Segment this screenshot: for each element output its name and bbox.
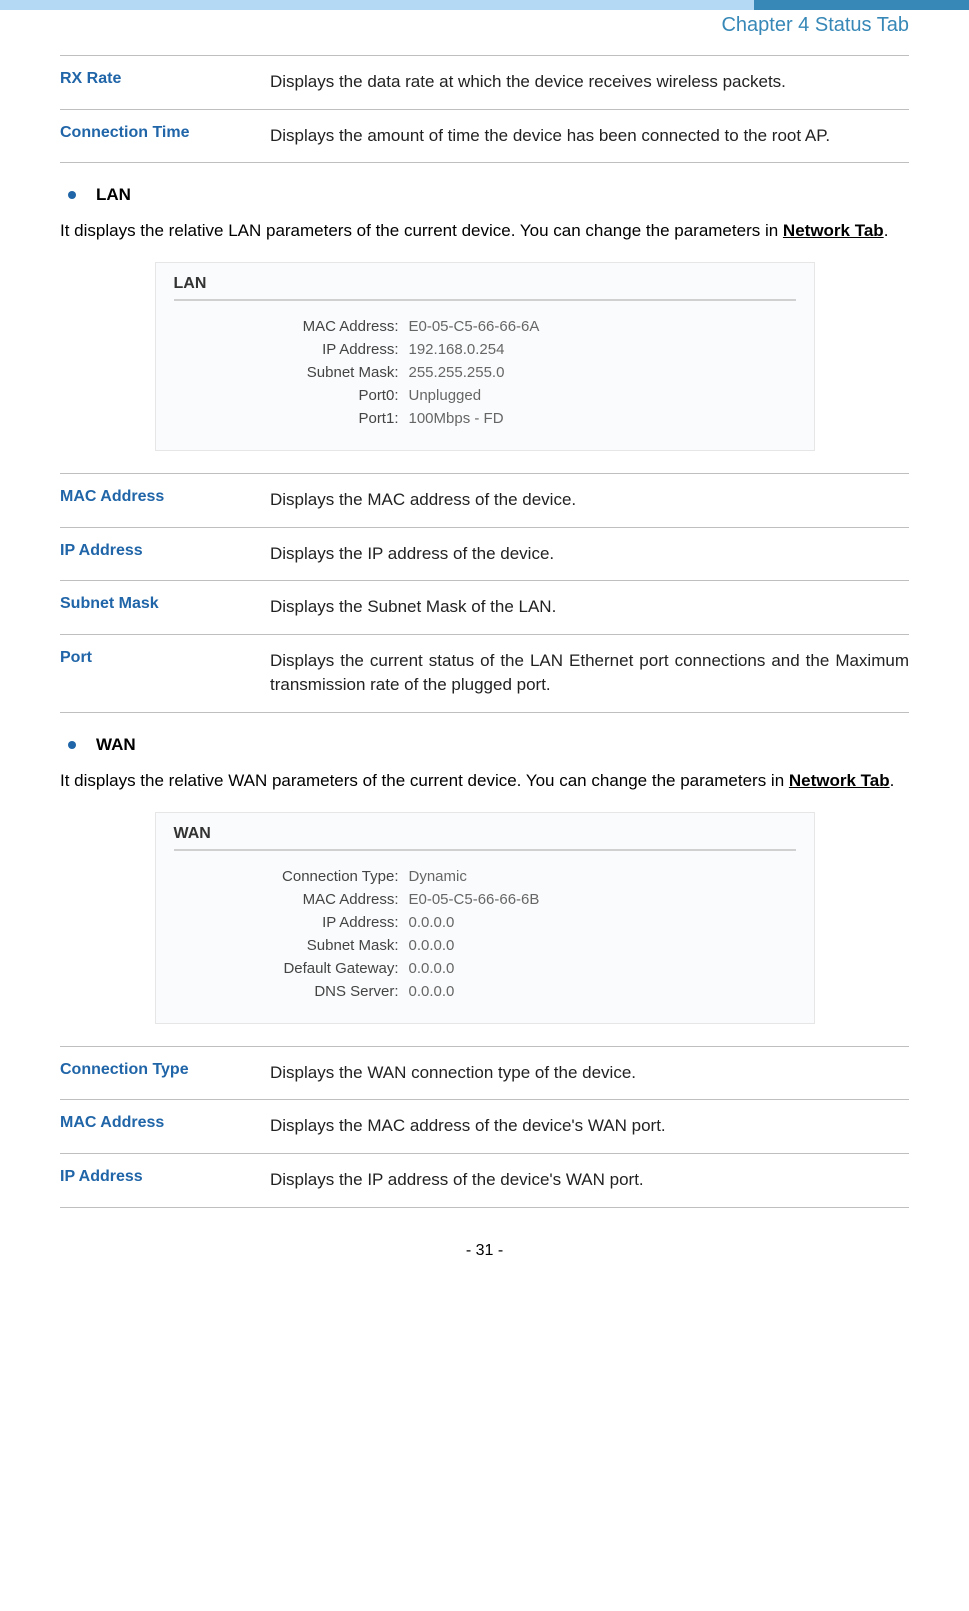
def-desc: Displays the data rate at which the devi…: [270, 56, 909, 110]
section-label: WAN: [96, 735, 136, 755]
wan-paragraph: It displays the relative WAN parameters …: [60, 769, 909, 794]
panel-row: Subnet Mask:0.0.0.0: [174, 934, 796, 957]
panel-title: WAN: [174, 825, 796, 851]
panel-row: IP Address:192.168.0.254: [174, 338, 796, 361]
panel-value: Unplugged: [409, 387, 482, 404]
table-row: RX Rate Displays the data rate at which …: [60, 56, 909, 110]
panel-label: Subnet Mask:: [174, 364, 409, 381]
para-text: .: [884, 221, 889, 240]
section-heading-lan: LAN: [60, 185, 909, 205]
def-desc: Displays the amount of time the device h…: [270, 109, 909, 163]
table-row: Subnet Mask Displays the Subnet Mask of …: [60, 581, 909, 635]
def-desc: Displays the Subnet Mask of the LAN.: [270, 581, 909, 635]
panel-value: 255.255.255.0: [409, 364, 505, 381]
def-desc: Displays the MAC address of the device.: [270, 473, 909, 527]
section-heading-wan: WAN: [60, 735, 909, 755]
wan-panel: WAN Connection Type:Dynamic MAC Address:…: [155, 812, 815, 1024]
lan-paragraph: It displays the relative LAN parameters …: [60, 219, 909, 244]
para-text: It displays the relative LAN parameters …: [60, 221, 783, 240]
def-term: Connection Type: [60, 1046, 270, 1100]
bullet-icon: [68, 191, 76, 199]
chapter-title: Chapter 4 Status Tab: [0, 12, 969, 55]
def-desc: Displays the current status of the LAN E…: [270, 634, 909, 712]
table-row: IP Address Displays the IP address of th…: [60, 527, 909, 581]
panel-row: MAC Address:E0-05-C5-66-66-6B: [174, 888, 796, 911]
def-term: IP Address: [60, 1154, 270, 1208]
def-term: MAC Address: [60, 473, 270, 527]
panel-label: Connection Type:: [174, 868, 409, 885]
panel-label: IP Address:: [174, 341, 409, 358]
para-text: .: [890, 771, 895, 790]
panel-value: Dynamic: [409, 868, 467, 885]
panel-row: Connection Type:Dynamic: [174, 865, 796, 888]
panel-value: 0.0.0.0: [409, 914, 455, 931]
panel-value: E0-05-C5-66-66-6B: [409, 891, 540, 908]
definition-table-top: RX Rate Displays the data rate at which …: [60, 55, 909, 163]
panel-value: 0.0.0.0: [409, 983, 455, 1000]
table-row: MAC Address Displays the MAC address of …: [60, 1100, 909, 1154]
panel-label: Subnet Mask:: [174, 937, 409, 954]
bullet-icon: [68, 741, 76, 749]
def-desc: Displays the WAN connection type of the …: [270, 1046, 909, 1100]
page-number: - 31 -: [0, 1208, 969, 1280]
panel-label: MAC Address:: [174, 891, 409, 908]
def-term: IP Address: [60, 527, 270, 581]
panel-label: MAC Address:: [174, 318, 409, 335]
panel-row: DNS Server:0.0.0.0: [174, 980, 796, 1003]
def-term: Port: [60, 634, 270, 712]
panel-label: Port1:: [174, 410, 409, 427]
definition-table-lan: MAC Address Displays the MAC address of …: [60, 473, 909, 713]
panel-value: 100Mbps - FD: [409, 410, 504, 427]
table-row: Connection Type Displays the WAN connect…: [60, 1046, 909, 1100]
panel-label: IP Address:: [174, 914, 409, 931]
table-row: Port Displays the current status of the …: [60, 634, 909, 712]
panel-title: LAN: [174, 275, 796, 301]
panel-label: DNS Server:: [174, 983, 409, 1000]
table-row: IP Address Displays the IP address of th…: [60, 1154, 909, 1208]
network-tab-link[interactable]: Network Tab: [789, 771, 890, 790]
def-term: RX Rate: [60, 56, 270, 110]
def-term: Connection Time: [60, 109, 270, 163]
def-desc: Displays the IP address of the device.: [270, 527, 909, 581]
definition-table-wan: Connection Type Displays the WAN connect…: [60, 1046, 909, 1208]
lan-panel: LAN MAC Address:E0-05-C5-66-66-6A IP Add…: [155, 262, 815, 451]
header-accent-bar: [0, 0, 969, 10]
table-row: Connection Time Displays the amount of t…: [60, 109, 909, 163]
panel-row: Default Gateway:0.0.0.0: [174, 957, 796, 980]
panel-value: 192.168.0.254: [409, 341, 505, 358]
panel-label: Default Gateway:: [174, 960, 409, 977]
panel-label: Port0:: [174, 387, 409, 404]
table-row: MAC Address Displays the MAC address of …: [60, 473, 909, 527]
def-term: Subnet Mask: [60, 581, 270, 635]
panel-value: E0-05-C5-66-66-6A: [409, 318, 540, 335]
para-text: It displays the relative WAN parameters …: [60, 771, 789, 790]
def-term: MAC Address: [60, 1100, 270, 1154]
panel-row: Port0:Unplugged: [174, 384, 796, 407]
panel-value: 0.0.0.0: [409, 960, 455, 977]
network-tab-link[interactable]: Network Tab: [783, 221, 884, 240]
def-desc: Displays the MAC address of the device's…: [270, 1100, 909, 1154]
panel-value: 0.0.0.0: [409, 937, 455, 954]
panel-row: MAC Address:E0-05-C5-66-66-6A: [174, 315, 796, 338]
panel-row: IP Address:0.0.0.0: [174, 911, 796, 934]
section-label: LAN: [96, 185, 131, 205]
def-desc: Displays the IP address of the device's …: [270, 1154, 909, 1208]
panel-row: Port1:100Mbps - FD: [174, 407, 796, 430]
panel-row: Subnet Mask:255.255.255.0: [174, 361, 796, 384]
